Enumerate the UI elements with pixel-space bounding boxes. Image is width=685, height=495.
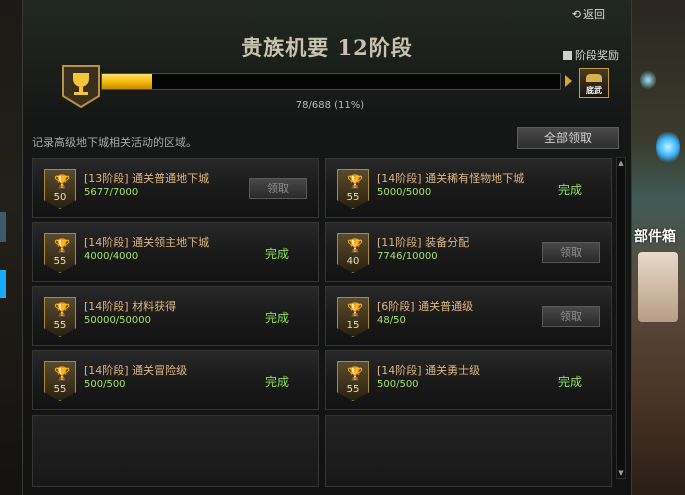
trophy-badge: 🏆 15 — [337, 297, 369, 337]
trophy-icon: 🏆 — [54, 175, 71, 190]
trophy-badge: 🏆 55 — [44, 361, 76, 401]
back-button[interactable]: ⟲ 返回 — [572, 6, 605, 22]
left-edge-tab — [0, 212, 6, 242]
trophy-badge: 🏆 55 — [44, 297, 76, 337]
window-title: 贵族机要 12阶段 — [241, 35, 413, 60]
quest-complete-label: 完成 — [558, 375, 583, 389]
quest-title: [14阶段] 材料获得 — [84, 300, 177, 313]
quest-claim-button[interactable]: 领取 — [542, 306, 600, 327]
quest-level: 55 — [346, 192, 360, 203]
quest-complete-label: 完成 — [265, 375, 290, 389]
quest-progress: 5677/7000 — [84, 187, 139, 198]
return-icon: ⟲ — [571, 8, 581, 21]
quest-title: [14阶段] 通关冒险级 — [84, 364, 188, 377]
trophy-icon: 🏆 — [347, 239, 364, 254]
progress-fill — [102, 74, 153, 89]
stage-window: ⟲ 返回 贵族机要 12阶段 阶段奖励 底武 78/688 (11%) 记录高级地… — [22, 0, 632, 495]
quest-progress: 500/500 — [377, 379, 419, 390]
quest-complete-label: 完成 — [265, 247, 290, 261]
quest-complete-label: 完成 — [265, 311, 290, 325]
scroll-up-icon[interactable]: ▲ — [617, 158, 625, 168]
scroll-down-icon[interactable]: ▼ — [617, 468, 625, 478]
trophy-badge: 🏆 55 — [337, 361, 369, 401]
trophy-icon: 🏆 — [54, 303, 71, 318]
quest-panel: 🏆 55 [14阶段] 通关稀有怪物地下城 5000/5000 完成 — [325, 158, 612, 218]
trophy-badge: 🏆 55 — [337, 169, 369, 209]
trophy-icon: 🏆 — [347, 367, 364, 382]
quest-panel-empty — [325, 415, 612, 487]
gift-icon — [563, 51, 572, 60]
quest-panel: 🏆 15 [6阶段] 通关普通级 48/50 领取 — [325, 286, 612, 346]
quest-title: [14阶段] 通关勇士级 — [377, 364, 481, 377]
quest-level: 55 — [346, 384, 360, 395]
quest-title: [6阶段] 通关普通级 — [377, 300, 474, 313]
quest-panel: 🏆 55 [14阶段] 通关勇士级 500/500 完成 — [325, 350, 612, 410]
quest-panel: 🏆 40 [11阶段] 装备分配 7746/10000 领取 — [325, 222, 612, 282]
quest-progress: 50000/50000 — [84, 315, 151, 326]
quest-level: 55 — [53, 384, 67, 395]
quest-progress: 7746/10000 — [377, 251, 438, 262]
reward-chest[interactable]: 底武 — [579, 68, 609, 98]
quest-title: [11阶段] 装备分配 — [377, 236, 470, 249]
trophy-icon: 🏆 — [54, 367, 71, 382]
quest-claim-button[interactable]: 领取 — [542, 242, 600, 263]
trophy-icon: 🏆 — [347, 175, 364, 190]
left-edge-highlight — [0, 270, 6, 298]
quest-level: 50 — [53, 192, 67, 203]
quest-complete-label: 完成 — [558, 183, 583, 197]
quest-progress: 48/50 — [377, 315, 406, 326]
background-label: 部件箱 — [634, 229, 676, 245]
stage-reward-label: 阶段奖励 — [575, 49, 619, 62]
background-right: 部件箱 — [632, 0, 685, 495]
light-glow — [640, 70, 656, 90]
chest-icon — [586, 74, 602, 82]
quest-panel: 🏆 55 [14阶段] 材料获得 50000/50000 完成 — [32, 286, 319, 346]
back-label: 返回 — [583, 8, 605, 21]
quest-title: [14阶段] 通关领主地下城 — [84, 236, 210, 249]
quest-panel: 🏆 55 [14阶段] 通关冒险级 500/500 完成 — [32, 350, 319, 410]
quest-grid: 🏆 50 [13阶段] 通关普通地下城 5677/7000 领取 🏆 55 [14阶段] 通关… — [32, 158, 614, 488]
trophy-icon: 🏆 — [347, 303, 364, 318]
progress-text: 78/688 (11%) — [295, 100, 365, 111]
background-box — [638, 252, 678, 322]
quest-progress: 5000/5000 — [377, 187, 432, 198]
light-glow — [656, 130, 680, 164]
trophy-badge: 🏆 40 — [337, 233, 369, 273]
quest-level: 40 — [346, 256, 360, 267]
quest-progress: 4000/4000 — [84, 251, 139, 262]
quest-level: 15 — [346, 320, 360, 331]
claim-all-button[interactable]: 全部领取 — [517, 127, 619, 149]
quest-level: 55 — [53, 320, 67, 331]
trophy-badge: 🏆 55 — [44, 233, 76, 273]
quest-title: [14阶段] 通关稀有怪物地下城 — [377, 172, 525, 185]
quest-progress: 500/500 — [84, 379, 126, 390]
trophy-icon: 🏆 — [54, 239, 71, 254]
quest-panel-empty — [32, 415, 319, 487]
quest-claim-button[interactable]: 领取 — [249, 178, 307, 199]
quest-title: [13阶段] 通关普通地下城 — [84, 172, 210, 185]
description: 记录高级地下城相关活动的区域。 — [32, 136, 197, 149]
stage-progress-bar — [101, 73, 561, 90]
quest-panel: 🏆 50 [13阶段] 通关普通地下城 5677/7000 领取 — [32, 158, 319, 218]
scrollbar[interactable]: ▲ ▼ — [616, 157, 626, 479]
quest-level: 55 — [53, 256, 67, 267]
trophy-badge: 🏆 50 — [44, 169, 76, 209]
quest-panel: 🏆 55 [14阶段] 通关领主地下城 4000/4000 完成 — [32, 222, 319, 282]
arrow-right-icon — [565, 75, 572, 87]
background-left — [0, 0, 22, 495]
stage-reward-button[interactable]: 阶段奖励 — [563, 47, 619, 63]
chest-label: 底武 — [586, 86, 602, 95]
